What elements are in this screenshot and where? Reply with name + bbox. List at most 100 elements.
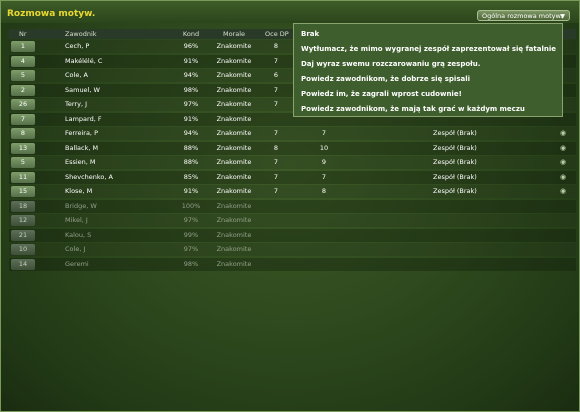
squad-number: 21 [11, 229, 35, 241]
player-morale: Znakomite [216, 187, 252, 195]
player-morale: Znakomite [216, 158, 252, 166]
radio-icon[interactable]: ◉ [559, 156, 567, 169]
player-rating: 7 [273, 129, 279, 137]
table-row[interactable]: 11 Shevchenko, A 85% Znakomite 7 7 Zespół (Bra… [9, 170, 576, 184]
player-condition: 98% [183, 85, 199, 94]
player-dp: 9 [321, 158, 327, 166]
squad-number: 7 [11, 113, 35, 125]
menu-item-every-match[interactable]: Powiedz zawodnikom, że mają tak grać w k… [301, 104, 525, 115]
table-row[interactable]: 8 Ferreira, P 94% Znakomite 7 7 Zespół (Brak) ◉ [9, 127, 576, 140]
col-nr[interactable]: Nr [19, 29, 27, 39]
player-name[interactable]: Klose, M [65, 185, 92, 198]
player-name[interactable]: Bridge, W [65, 200, 97, 213]
squad-number: 11 [11, 171, 35, 183]
col-oce-dp[interactable]: Oce DP [265, 29, 289, 39]
table-row[interactable]: 21 Kalou, S 99% Znakomite [9, 228, 576, 242]
player-name[interactable]: Ferreira, P [65, 127, 98, 140]
player-name[interactable]: Cech, P [65, 40, 89, 53]
player-name[interactable]: Lampard, F [65, 113, 102, 126]
player-condition: 91% [183, 114, 199, 123]
player-condition: 88% [183, 143, 199, 152]
player-name[interactable]: Mikel, J [65, 214, 88, 227]
col-player[interactable]: Zawodnik [65, 29, 97, 39]
table-row[interactable]: 18 Bridge, W 100% Znakomite [9, 199, 576, 213]
squad-number: 12 [11, 215, 35, 226]
chevron-down-icon: ▼ [560, 13, 565, 20]
radio-icon[interactable]: ◉ [559, 171, 567, 184]
player-condition: 99% [183, 230, 199, 239]
squad-number: 15 [11, 186, 35, 197]
player-name[interactable]: Shevchenko, A [65, 171, 113, 184]
squad-number: 1 [11, 41, 35, 52]
player-rating: 7 [273, 172, 279, 181]
player-morale: Znakomite [216, 42, 252, 50]
player-morale: Znakomite [216, 114, 252, 123]
player-condition: 85% [183, 172, 199, 181]
squad-number: 5 [11, 70, 35, 81]
player-morale: Znakomite [216, 56, 252, 65]
player-name[interactable]: Cole, J [65, 243, 85, 256]
player-condition: 88% [183, 158, 199, 166]
player-rating: 8 [273, 42, 279, 50]
squad-number: 4 [11, 55, 35, 67]
player-dp: 10 [319, 143, 329, 152]
player-name[interactable]: Samuel, W [65, 84, 100, 97]
player-morale: Znakomite [216, 71, 252, 79]
table-row[interactable]: 5 Essien, M 88% Znakomite 7 9 Zespół (Brak) ◉ [9, 156, 576, 169]
player-morale: Znakomite [216, 143, 252, 152]
player-rating: 7 [273, 56, 279, 65]
squad-number: 10 [11, 244, 35, 255]
player-morale: Znakomite [216, 216, 252, 224]
player-condition: 98% [183, 259, 199, 268]
player-talk-target: Zespół (Brak) [433, 143, 477, 152]
talk-options-menu: Brak Wytłumacz, że mimo wygranej zespół … [293, 23, 563, 117]
title-bar: Rozmowa motyw. Ogólna rozmowa motyw. ▼ [1, 1, 579, 23]
menu-item-wonderful[interactable]: Powiedz im, że zagrali wprost cudownie! [301, 89, 462, 100]
player-rating: 6 [273, 71, 279, 79]
player-name[interactable]: Ballack, M [65, 142, 98, 155]
player-dp: 7 [321, 129, 327, 137]
player-condition: 97% [183, 100, 199, 108]
player-rating: 7 [273, 100, 279, 108]
player-morale: Znakomite [216, 259, 252, 268]
player-name[interactable]: Makélélé, C [65, 55, 102, 68]
menu-item-disappointed[interactable]: Daj wyraz swemu rozczarowaniu grą zespoł… [301, 59, 480, 70]
player-condition: 91% [183, 187, 199, 195]
player-condition: 97% [183, 245, 199, 253]
squad-number: 14 [11, 258, 35, 270]
table-row[interactable]: 14 Geremi 98% Znakomite [9, 257, 576, 271]
player-morale: Znakomite [216, 230, 252, 239]
dropdown-label: Ogólna rozmowa motyw. [482, 12, 563, 20]
col-morale[interactable]: Morale [209, 29, 259, 39]
player-name[interactable]: Geremi [65, 258, 89, 271]
table-row[interactable]: 13 Ballack, M 88% Znakomite 8 10 Zespół (Brak)… [9, 141, 576, 155]
player-morale: Znakomite [216, 129, 252, 137]
talk-type-dropdown[interactable]: Ogólna rozmowa motyw. ▼ [477, 10, 570, 21]
radio-icon[interactable]: ◉ [559, 185, 567, 198]
player-rating: 7 [273, 187, 279, 195]
table-row[interactable]: 15 Klose, M 91% Znakomite 7 8 Zespół (Brak) ◉ [9, 185, 576, 198]
player-name[interactable]: Kalou, S [65, 229, 91, 242]
menu-item-well-done[interactable]: Powiedz zawodnikom, że dobrze się spisal… [301, 74, 470, 85]
player-dp: 8 [321, 187, 327, 195]
panel-title: Rozmowa motyw. [7, 9, 96, 19]
radio-icon[interactable]: ◉ [559, 142, 567, 155]
player-condition: 91% [183, 56, 199, 65]
table-row[interactable]: 10 Cole, J 97% Znakomite [9, 243, 576, 256]
radio-icon[interactable]: ◉ [559, 127, 567, 140]
squad-number: 8 [11, 128, 35, 139]
col-kond[interactable]: Kond [177, 29, 205, 39]
squad-number: 18 [11, 200, 35, 212]
table-row[interactable]: 12 Mikel, J 97% Znakomite [9, 214, 576, 227]
player-morale: Znakomite [216, 245, 252, 253]
player-rating: 8 [273, 143, 279, 152]
player-name[interactable]: Terry, J [65, 98, 87, 111]
player-name[interactable]: Essien, M [65, 156, 96, 169]
menu-item-poor-despite-win[interactable]: Wytłumacz, że mimo wygranej zespół zapre… [301, 44, 556, 55]
menu-item-none[interactable]: Brak [301, 29, 319, 40]
player-condition: 94% [183, 71, 199, 79]
player-morale: Znakomite [216, 201, 252, 210]
player-talk-target: Zespół (Brak) [433, 129, 477, 137]
squad-number: 5 [11, 157, 35, 168]
player-name[interactable]: Cole, A [65, 69, 88, 82]
